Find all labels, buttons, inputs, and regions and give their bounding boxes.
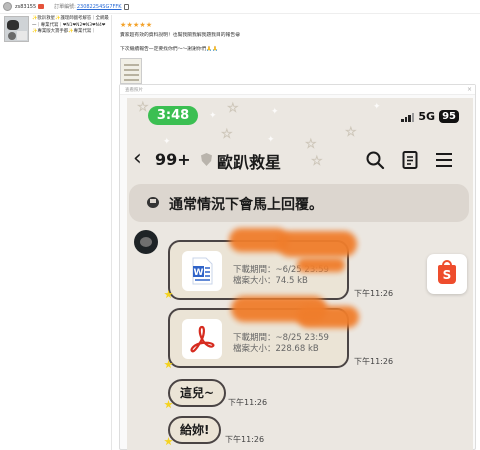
product-title[interactable]: ✨歐趴救星✨護理師國考解答｜全網最一｜專業代寫｜❤N1❤N2❤N3❤N4❤ ✨專… — [32, 16, 110, 36]
battery-level: 95 — [439, 110, 459, 123]
message-time: 下午11:26 — [354, 357, 394, 366]
redaction-blur — [297, 306, 359, 328]
order-label: 訂單編號: — [54, 4, 76, 10]
photo-viewer-title: 查看照片 — [120, 85, 475, 95]
reviewer-avatar[interactable] — [3, 2, 12, 11]
close-icon[interactable]: × — [467, 86, 472, 93]
review-text-line-1: 賣家超有效的資料說明！也幫我關我解我題我目的報告😁 — [120, 33, 241, 38]
decor-sparkle-icon: ✦ — [267, 135, 275, 145]
notice-text: 通常情況下會馬上回覆。 — [169, 197, 323, 213]
text-message[interactable]: 這兒~ — [168, 379, 227, 407]
status-bar: 5G 95 — [401, 110, 459, 123]
decor-star-icon: ☆ — [221, 127, 233, 142]
status-time: 3:48 — [148, 106, 198, 125]
search-icon[interactable] — [365, 150, 385, 170]
decor-sparkle-icon: ✦ — [209, 111, 217, 121]
shopee-logo: S — [438, 265, 456, 284]
review-content: ★★★★★ 賣家超有效的資料說明！也幫我關我解我題我目的報告😁 下次繼續報告一定… — [120, 21, 241, 84]
chat-title: 歐趴救星 — [217, 153, 282, 172]
review-header: zs83155 訂單編號: 23082254SG7FFK — [0, 0, 480, 14]
chat-header: ‹ 99+ 歐趴救星 — [127, 145, 473, 175]
rating-stars: ★★★★★ — [120, 21, 153, 29]
redaction-blur — [297, 258, 345, 272]
redaction-blur — [277, 231, 357, 257]
chat-screenshot: ☆ ☆ ☆ ☆ ☆ ☆ ✦ ✦ ✦ ✦ ✦ 3:48 5G 95 ‹ 99+ 歐… — [127, 98, 473, 450]
decor-star-icon: ☆ — [345, 125, 357, 140]
copy-icon[interactable] — [123, 3, 129, 10]
word-file-icon: W — [182, 251, 222, 291]
product-thumbnail[interactable] — [4, 16, 29, 42]
message-time: 下午11:26 — [225, 435, 265, 444]
review-page: zs83155 訂單編號: 23082254SG7FFK ✨歐趴救星✨護理師國考… — [0, 0, 480, 450]
signal-icon — [401, 112, 415, 122]
shopee-button[interactable]: S — [427, 254, 467, 294]
svg-text:W: W — [194, 268, 204, 278]
network-label: 5G — [418, 110, 436, 123]
review-text-line-2: 下次繼續報告一定要找你們～～謝謝你們🙏🙏 — [120, 47, 219, 52]
review-photo-thumbnail[interactable] — [120, 58, 142, 84]
buyer-badge-icon — [38, 4, 45, 9]
chat-bubble-icon — [147, 197, 159, 208]
message-time: 下午11:26 — [228, 398, 268, 407]
column-divider — [111, 15, 112, 450]
order-id-link[interactable]: 23082254SG7FFK — [77, 4, 122, 10]
decor-star-icon: ☆ — [227, 101, 239, 116]
decor-star-icon: ☆ — [137, 100, 149, 115]
notes-icon[interactable] — [400, 150, 420, 170]
seller-avatar[interactable] — [134, 230, 158, 254]
unread-count[interactable]: 99+ — [155, 150, 191, 169]
file-size: 檔案大小：74.5 kB — [233, 276, 308, 286]
text-message[interactable]: 給妳! — [168, 416, 222, 444]
auto-reply-notice: 通常情況下會馬上回覆。 — [129, 184, 469, 222]
menu-icon[interactable] — [434, 150, 454, 170]
file-size: 檔案大小：228.68 kB — [233, 344, 319, 354]
shield-icon — [201, 153, 212, 166]
reviewer-username[interactable]: zs83155 — [15, 4, 36, 10]
pdf-file-icon — [182, 319, 222, 359]
decor-sparkle-icon: ✦ — [373, 102, 381, 112]
message-time: 下午11:26 — [354, 289, 394, 298]
back-icon[interactable]: ‹ — [133, 147, 142, 171]
decor-sparkle-icon: ✦ — [271, 107, 279, 117]
